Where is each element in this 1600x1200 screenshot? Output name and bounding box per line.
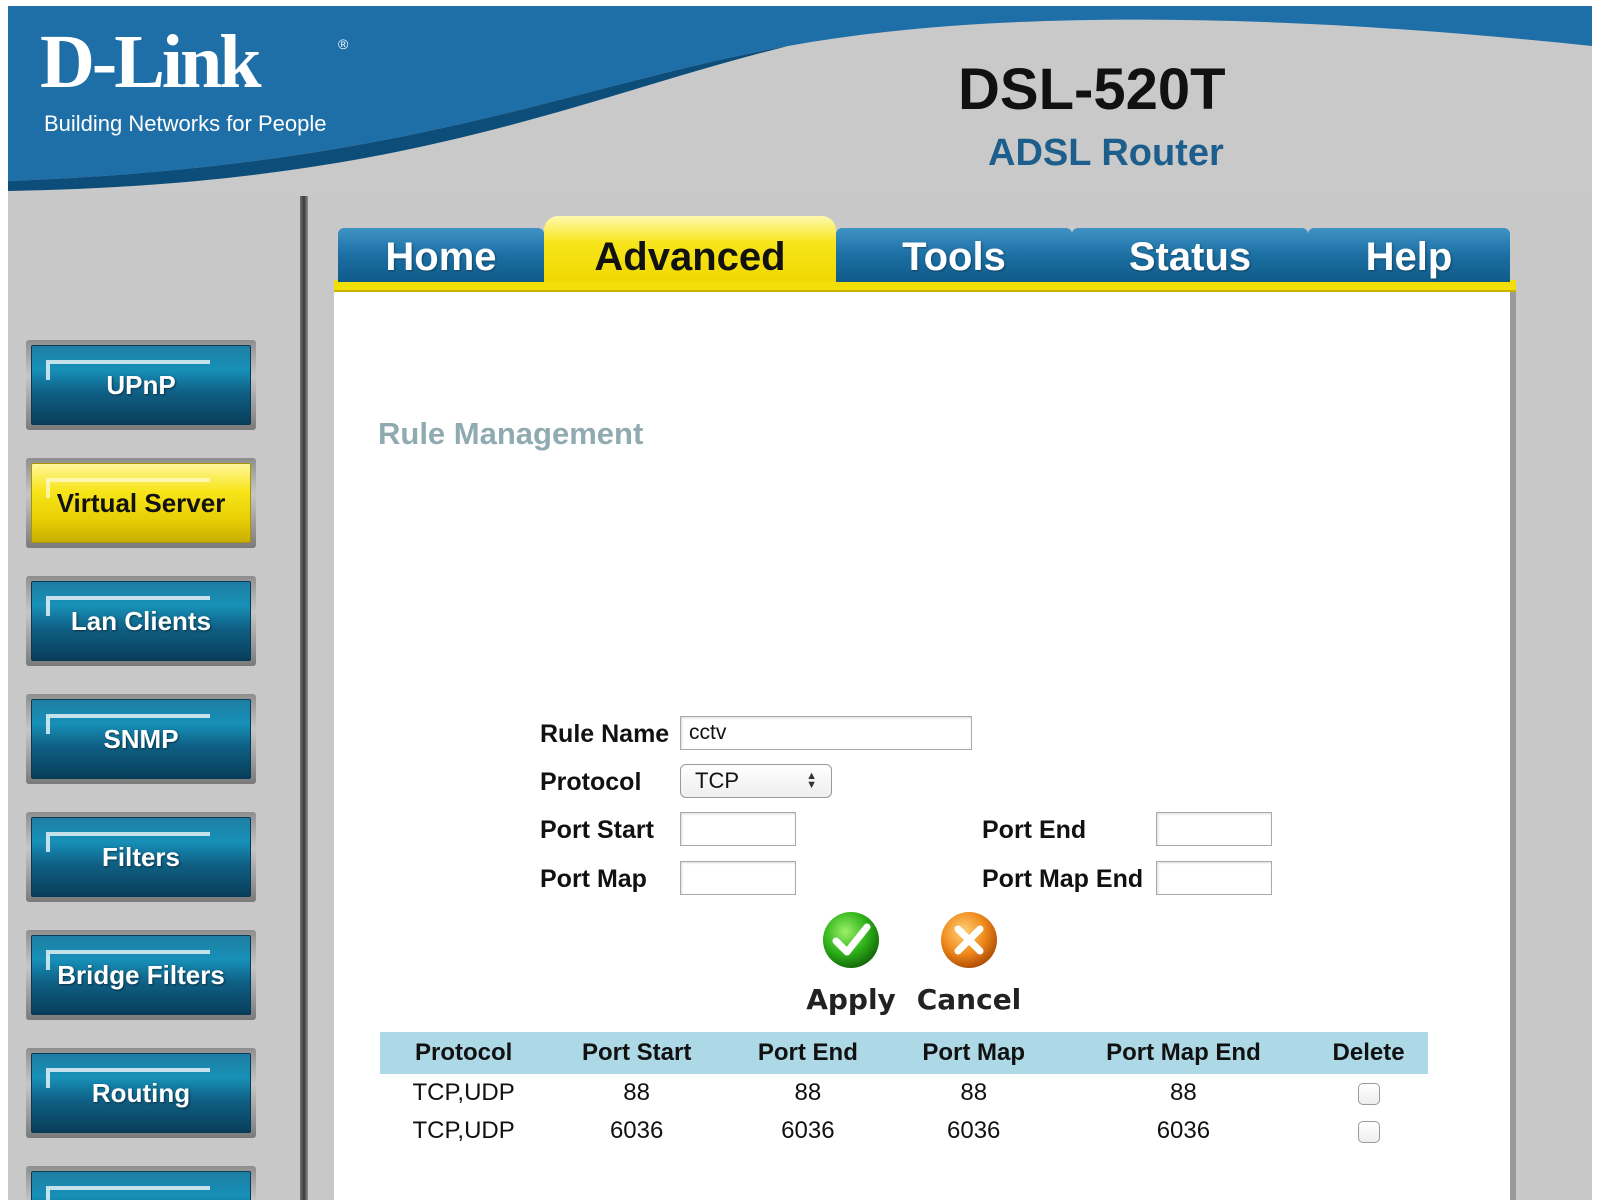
cell-delete [1309,1112,1428,1150]
protocol-label: Protocol [540,768,642,796]
model-name: DSL-520T [958,57,1226,122]
port-map-label: Port Map [540,865,647,893]
cancel-button[interactable]: Cancel [914,910,1024,1016]
column-header: Port Map [889,1032,1058,1074]
cell-port-end: 88 [794,1079,822,1106]
tab-advanced[interactable]: Advanced [544,216,836,282]
sidebar-divider [300,196,308,1200]
cell-port-map: 88 [960,1079,988,1106]
sidebar-item-more[interactable] [26,1166,256,1200]
sidebar-item-lan-clients[interactable]: Lan Clients [26,576,256,666]
cell-delete [1309,1074,1428,1112]
column-header: Protocol [380,1032,548,1074]
logo-tagline: Building Networks for People [44,111,327,136]
cell-port-start: 6036 [609,1117,664,1144]
cell-port-map-end: 6036 [1156,1117,1211,1144]
select-arrows-icon: ▲ ▼ [806,770,817,791]
sidebar-item-routing[interactable]: Routing [26,1048,256,1138]
tab-home[interactable]: Home [338,228,544,282]
port-start-label: Port Start [540,816,654,844]
apply-label: Apply [806,983,896,1016]
dlink-logo: D-Link [40,20,262,104]
port-end-input[interactable] [1156,812,1272,846]
column-header: Port End [726,1032,890,1074]
tab-help[interactable]: Help [1308,228,1510,282]
cell-protocol: TCP,UDP [412,1117,515,1144]
sidebar-item-label: SNMP [31,699,251,779]
model-subtitle: ADSL Router [988,132,1224,174]
cell-port-end: 6036 [781,1117,835,1144]
sidebar-item-virtual-server[interactable]: Virtual Server [26,458,256,548]
cell-port-start: 88 [623,1079,650,1106]
port-map-end-input[interactable] [1156,861,1272,895]
sidebar-item-snmp[interactable]: SNMP [26,694,256,784]
page-title: Rule Management [378,416,644,451]
cell-port-map-end: 88 [1170,1079,1197,1106]
port-start-input[interactable] [680,812,796,846]
table-row: TCP,UDP 88 88 88 88 [380,1074,1428,1112]
column-header: Port Start [547,1032,727,1074]
column-header: Port Map End [1057,1032,1310,1074]
sidebar-item-label: Bridge Filters [31,935,251,1015]
table-header-row: Protocol Port Start Port End Port Map Po… [380,1032,1428,1074]
protocol-select[interactable]: TCP ▲ ▼ [680,764,832,798]
cell-protocol: TCP,UDP [412,1079,515,1106]
checkmark-icon [823,912,879,968]
delete-checkbox[interactable] [1357,1120,1380,1143]
cancel-label: Cancel [916,983,1022,1016]
header-banner: D-Link ® Building Networks for People DS… [8,6,1592,196]
sidebar-item-label: Lan Clients [31,581,251,661]
cell-port-map: 6036 [947,1117,1001,1144]
registered-mark: ® [338,36,349,52]
column-header: Delete [1309,1032,1428,1074]
sidebar-item-filters[interactable]: Filters [26,812,256,902]
tab-status[interactable]: Status [1072,228,1308,282]
sidebar-item-bridge-filters[interactable]: Bridge Filters [26,930,256,1020]
rule-name-label: Rule Name [540,720,670,748]
sidebar-item-label: UPnP [31,345,251,425]
router-admin-window: D-Link ® Building Networks for People DS… [8,6,1592,1200]
port-map-end-label: Port Map End [982,865,1144,893]
delete-checkbox[interactable] [1357,1082,1380,1105]
sidebar-item-label [31,1171,251,1200]
content-panel: Rule Management Rule Name Protocol TCP ▲… [334,292,1516,1200]
main-tabs: Home Advanced Tools Status Help [334,214,1516,294]
tab-tools[interactable]: Tools [836,228,1072,282]
table-row: TCP,UDP 6036 6036 6036 6036 [380,1112,1428,1150]
port-map-input[interactable] [680,861,796,895]
sidebar-item-label: Routing [31,1053,251,1133]
port-end-label: Port End [982,816,1087,844]
protocol-selected-value: TCP [695,768,739,793]
sidebar-item-label: Filters [31,817,251,897]
apply-button[interactable]: Apply [796,910,906,1016]
x-icon [941,912,997,968]
sidebar-item-upnp[interactable]: UPnP [26,340,256,430]
sidebar-item-label: Virtual Server [31,463,251,543]
virtual-server-rules-table: Protocol Port Start Port End Port Map Po… [380,1032,1428,1150]
rule-name-input[interactable] [680,716,972,750]
